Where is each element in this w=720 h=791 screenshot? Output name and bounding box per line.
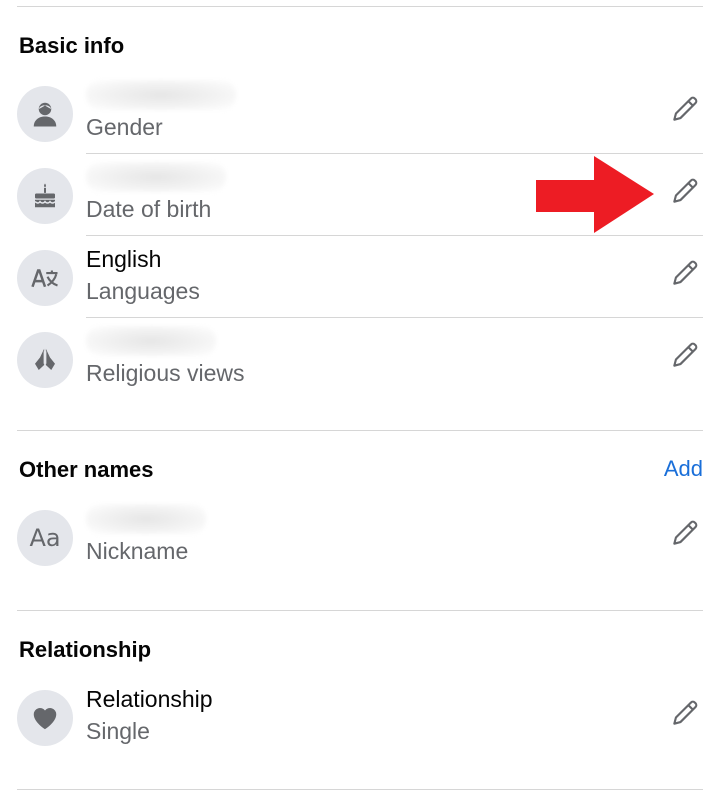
top-divider (17, 6, 703, 7)
nickname-label: Nickname (86, 538, 189, 564)
bottom-divider (17, 789, 703, 790)
pencil-icon (673, 96, 698, 121)
edit-nickname-button[interactable] (668, 516, 702, 550)
info-row-languages: English Languages (0, 236, 720, 318)
pencil-icon (673, 520, 698, 545)
info-row-gender: Gender (0, 72, 720, 154)
edit-religious-views-button[interactable] (668, 338, 702, 372)
pencil-icon (673, 260, 698, 285)
info-row-relationship: Relationship Single (0, 676, 720, 758)
person-icon (17, 86, 73, 142)
add-other-name-link[interactable]: Add (664, 456, 703, 482)
praying-hands-icon (17, 332, 73, 388)
section-divider (17, 430, 703, 431)
info-row-nickname: Aa Nickname (0, 496, 720, 578)
date-of-birth-value (86, 162, 226, 192)
translate-icon (17, 250, 73, 306)
edit-relationship-button[interactable] (668, 696, 702, 730)
languages-label: Languages (86, 278, 200, 304)
relationship-status-label: Single (86, 718, 150, 744)
languages-value: English (86, 246, 162, 272)
nickname-value (86, 504, 206, 534)
section-title-basic-info: Basic info (19, 33, 125, 58)
relationship-value: Relationship (86, 686, 213, 712)
date-of-birth-label: Date of birth (86, 196, 212, 222)
birthday-cake-icon (17, 168, 73, 224)
edit-gender-button[interactable] (668, 92, 702, 126)
aa-glyph: Aa (29, 524, 61, 552)
section-title-relationship: Relationship (19, 637, 152, 662)
gender-label: Gender (86, 114, 163, 140)
info-row-religious-views: Religious views (0, 318, 720, 400)
heart-icon (17, 690, 73, 746)
edit-date-of-birth-button[interactable] (668, 174, 702, 208)
edit-languages-button[interactable] (668, 256, 702, 290)
pencil-icon (673, 178, 698, 203)
red-arrow-icon (536, 156, 654, 233)
pencil-icon (673, 342, 698, 367)
section-title-other-names: Other names (19, 457, 154, 482)
religious-views-value (86, 326, 216, 356)
religious-views-label: Religious views (86, 360, 245, 386)
gender-value (86, 80, 236, 110)
pencil-icon (673, 700, 698, 725)
text-aa-icon: Aa (17, 510, 73, 566)
section-divider (17, 610, 703, 611)
